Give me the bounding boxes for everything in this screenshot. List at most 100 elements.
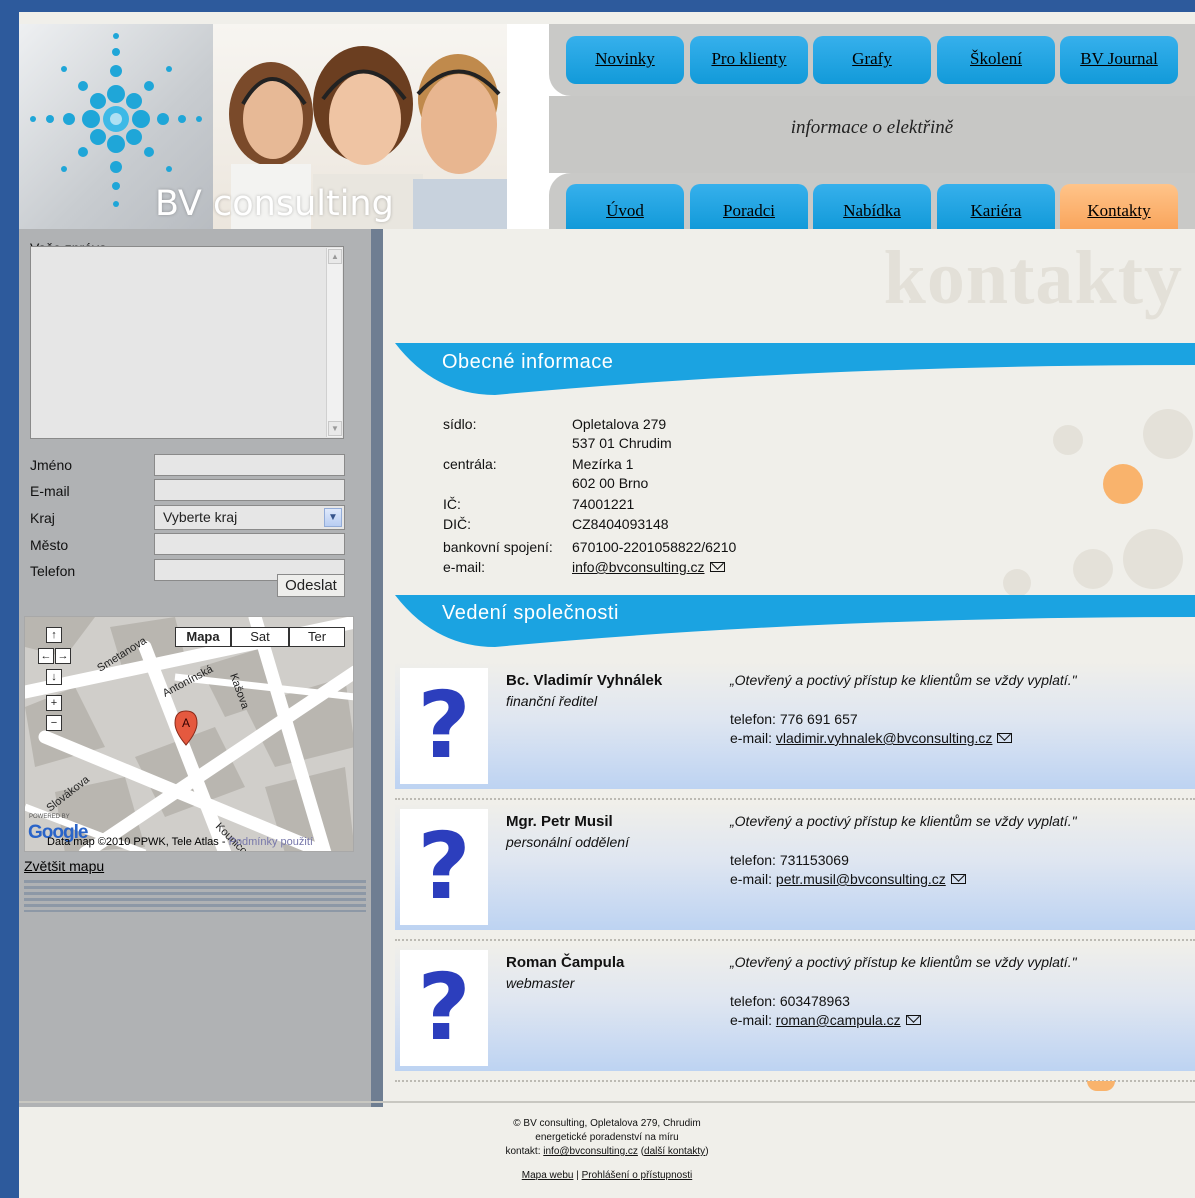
region-label: Kraj bbox=[30, 510, 55, 526]
email-label: E-mail bbox=[30, 483, 70, 499]
person-phone: telefon: 603478963 bbox=[730, 993, 850, 1009]
hq-line2: 602 00 Brno bbox=[572, 475, 649, 491]
watermark-heading: kontakty bbox=[883, 236, 1183, 320]
map-type-terrain[interactable]: Ter bbox=[289, 627, 345, 647]
hq-label: centrála: bbox=[443, 456, 497, 472]
tab-kariera[interactable]: Kariéra bbox=[937, 184, 1055, 229]
divider bbox=[395, 798, 1195, 800]
map-credit-text: Data map ©2010 PPWK, Tele Atlas - bbox=[47, 836, 226, 848]
deco-circle bbox=[1053, 425, 1083, 455]
divider bbox=[395, 1080, 1195, 1082]
person-email-link[interactable]: roman@campula.cz bbox=[776, 1012, 901, 1028]
footer-contact-label: kontakt: bbox=[505, 1146, 541, 1157]
person-email-line: e-mail: roman@campula.cz bbox=[730, 1012, 921, 1028]
map[interactable]: Smetanova Antonínská Kašova Slovákova Ko… bbox=[24, 616, 354, 852]
footer: © BV consulting, Opletalova 279, Chrudim… bbox=[19, 1117, 1195, 1183]
tab-bv-journal[interactable]: BV Journal bbox=[1060, 36, 1178, 84]
general-section-title: Obecné informace bbox=[442, 351, 614, 373]
tab-pro-klienty[interactable]: Pro klienty bbox=[690, 36, 808, 84]
scroll-down-icon[interactable]: ▼ bbox=[328, 421, 342, 436]
tab-grafy[interactable]: Grafy bbox=[813, 36, 931, 84]
region-select[interactable]: Vyberte kraj ▼ bbox=[154, 505, 345, 530]
map-credit: Data map ©2010 PPWK, Tele Atlas - Podmín… bbox=[47, 836, 313, 848]
footer-contact: kontakt: info@bvconsulting.cz (další kon… bbox=[505, 1146, 709, 1157]
zoom-in-icon[interactable]: + bbox=[46, 695, 62, 711]
message-scrollbar[interactable]: ▲ ▼ bbox=[326, 248, 342, 437]
person-name: Roman Čampula bbox=[506, 954, 625, 971]
tab-novinky[interactable]: Novinky bbox=[566, 36, 684, 84]
powered-by-label: POWERED BY bbox=[29, 814, 70, 820]
ic-label: IČ: bbox=[443, 496, 461, 512]
main-content: kontakty Obecné informace sídlo: Opletal… bbox=[383, 229, 1195, 1107]
person-email-line: e-mail: petr.musil@bvconsulting.cz bbox=[730, 871, 966, 887]
deco-circle bbox=[1003, 569, 1031, 597]
enlarge-map-link[interactable]: Zvětšit mapu bbox=[24, 858, 104, 874]
pan-up-icon[interactable]: ↑ bbox=[46, 627, 62, 643]
email-info-value: info@bvconsulting.cz bbox=[572, 559, 725, 575]
person-email-link[interactable]: petr.musil@bvconsulting.cz bbox=[776, 871, 946, 887]
map-terms-link[interactable]: Podmínky použití bbox=[229, 836, 313, 848]
bank-label: bankovní spojení: bbox=[443, 539, 553, 555]
sidebar-stripes bbox=[24, 880, 366, 912]
seat-label: sídlo: bbox=[443, 416, 477, 432]
pan-down-icon[interactable]: ↓ bbox=[46, 669, 62, 685]
person-quote: „Otevřený a poctivý přístup ke klientům … bbox=[730, 672, 1077, 688]
person-card: ? Mgr. Petr Musil personální oddělení „O… bbox=[395, 803, 1195, 930]
name-field[interactable] bbox=[154, 454, 345, 476]
scroll-up-icon[interactable]: ▲ bbox=[328, 249, 342, 264]
mail-icon bbox=[905, 1015, 921, 1025]
map-type-satellite[interactable]: Sat bbox=[231, 627, 289, 647]
tab-kontakty[interactable]: Kontakty bbox=[1060, 184, 1178, 229]
message-textarea[interactable]: ▲ ▼ bbox=[30, 246, 344, 439]
person-email-label: e-mail: bbox=[730, 871, 773, 887]
deco-circle bbox=[1123, 529, 1183, 589]
seat-line2: 537 01 Chrudim bbox=[572, 435, 672, 451]
city-field[interactable] bbox=[154, 533, 345, 555]
person-name: Bc. Vladimír Vyhnálek bbox=[506, 672, 663, 689]
email-field[interactable] bbox=[154, 479, 345, 501]
person-quote: „Otevřený a poctivý přístup ke klientům … bbox=[730, 954, 1077, 970]
person-name: Mgr. Petr Musil bbox=[506, 813, 613, 830]
dic-value: CZ8404093148 bbox=[572, 516, 669, 532]
footer-email-link[interactable]: info@bvconsulting.cz bbox=[543, 1146, 638, 1157]
divider bbox=[395, 939, 1195, 941]
person-email-label: e-mail: bbox=[730, 730, 773, 746]
zoom-out-icon[interactable]: − bbox=[46, 715, 62, 731]
person-role: personální oddělení bbox=[506, 834, 629, 850]
person-email-line: e-mail: vladimir.vyhnalek@bvconsulting.c… bbox=[730, 730, 1013, 746]
send-button[interactable]: Odeslat bbox=[277, 574, 345, 597]
person-role: finanční ředitel bbox=[506, 693, 598, 709]
map-type-map[interactable]: Mapa bbox=[175, 627, 231, 647]
region-select-value: Vyberte kraj bbox=[163, 509, 238, 525]
pan-right-icon[interactable]: → bbox=[55, 648, 71, 664]
sidebar-divider bbox=[371, 229, 383, 1107]
footer-links: Mapa webu | Prohlášení o přístupnosti bbox=[521, 1170, 693, 1181]
person-email-link[interactable]: vladimir.vyhnalek@bvconsulting.cz bbox=[776, 730, 993, 746]
city-label: Město bbox=[30, 537, 69, 553]
tab-skoleni[interactable]: Školení bbox=[937, 36, 1055, 84]
pan-left-icon[interactable]: ← bbox=[38, 648, 54, 664]
person-quote: „Otevřený a poctivý přístup ke klientům … bbox=[730, 813, 1077, 829]
brand-title: BV consulting bbox=[155, 184, 394, 224]
map-streets: Smetanova Antonínská Kašova Slovákova Ko… bbox=[25, 617, 353, 851]
seat-line1: Opletalova 279 bbox=[572, 416, 667, 432]
sitemap-link[interactable]: Mapa webu bbox=[522, 1170, 574, 1181]
bank-value: 670100-2201058822/6210 bbox=[572, 539, 737, 555]
tab-uvod[interactable]: Úvod bbox=[566, 184, 684, 229]
tab-nabidka[interactable]: Nabídka bbox=[813, 184, 931, 229]
avatar-placeholder: ? bbox=[400, 809, 488, 925]
footer-more-contacts-link[interactable]: další kontakty bbox=[644, 1146, 705, 1157]
footer-divider bbox=[19, 1101, 1195, 1103]
footer-address: © BV consulting, Opletalova 279, Chrudim bbox=[513, 1118, 701, 1129]
accessibility-link[interactable]: Prohlášení o přístupnosti bbox=[582, 1170, 693, 1181]
person-role: webmaster bbox=[506, 975, 575, 991]
mail-icon bbox=[997, 733, 1013, 743]
deco-circle bbox=[1103, 464, 1143, 504]
hq-line1: Mezírka 1 bbox=[572, 456, 634, 472]
management-section-title: Vedení společnosti bbox=[442, 602, 619, 624]
tab-poradci[interactable]: Poradci bbox=[690, 184, 808, 229]
person-email-label: e-mail: bbox=[730, 1012, 773, 1028]
chevron-down-icon[interactable]: ▼ bbox=[324, 508, 342, 527]
company-email-link[interactable]: info@bvconsulting.cz bbox=[572, 559, 705, 575]
person-phone: telefon: 731153069 bbox=[730, 852, 849, 868]
